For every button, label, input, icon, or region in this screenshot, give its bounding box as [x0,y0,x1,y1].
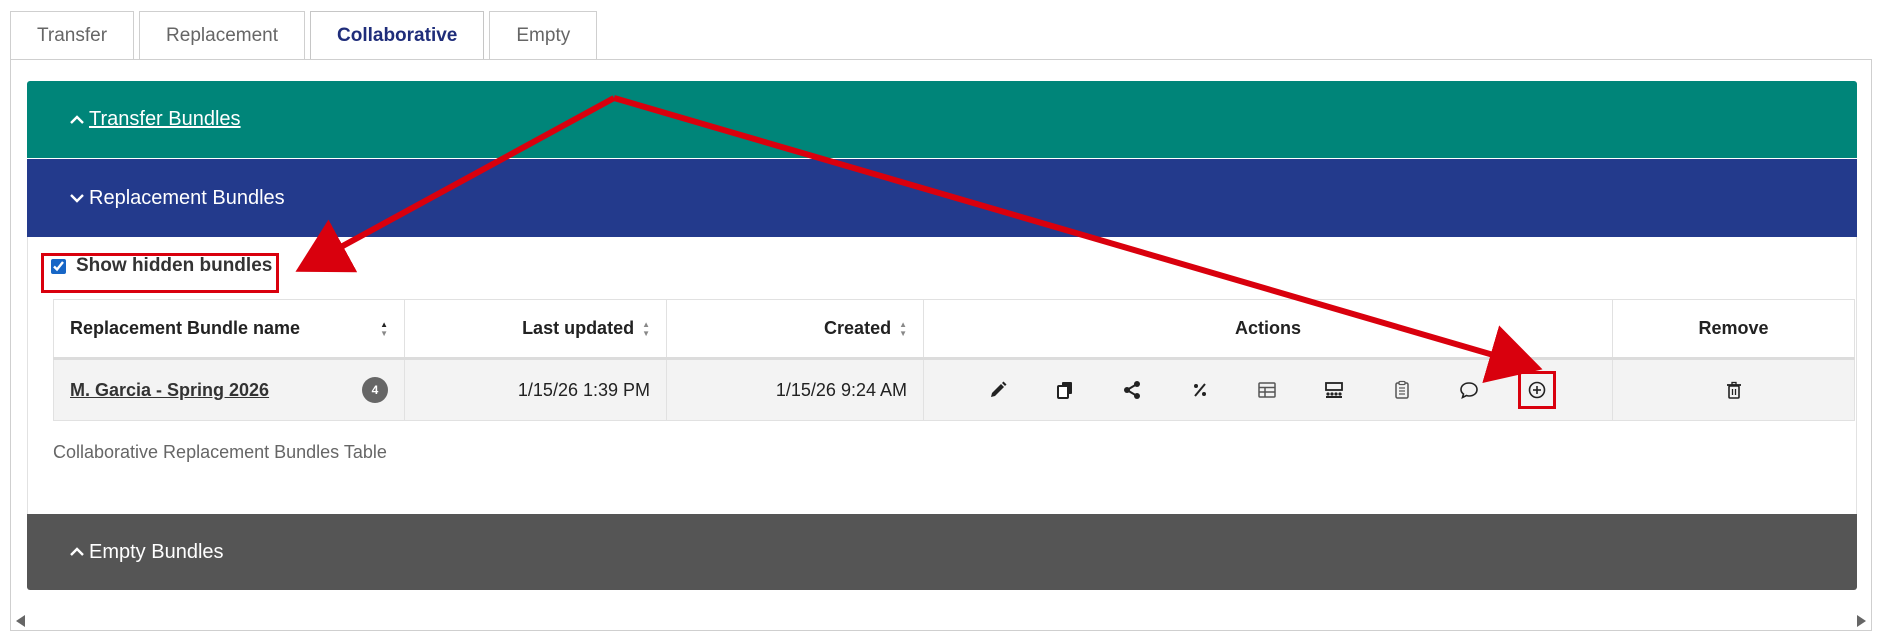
chevron-down-icon [70,194,84,203]
scroll-right-arrow-icon[interactable] [1857,615,1866,627]
tab-transfer[interactable]: Transfer [10,11,135,60]
empty-bundles-section: Empty Bundles [27,514,1857,590]
edit-button[interactable] [980,372,1016,408]
remove-cell [1612,358,1855,421]
column-header-name[interactable]: Replacement Bundle name ▲ ▼ [53,299,405,360]
empty-bundles-toggle[interactable]: Empty Bundles [27,514,1857,590]
seating-icon [1325,382,1344,398]
bundle-count-badge: 4 [362,377,388,403]
transfer-bundles-label: Transfer Bundles [89,108,241,130]
column-header-actions-label: Actions [1234,318,1301,338]
share-icon [1124,381,1141,399]
last-updated-cell: 1/15/26 1:39 PM [404,358,667,421]
share-button[interactable] [1114,372,1150,408]
table-header-row: Replacement Bundle name ▲ ▼ Last updated … [53,299,1855,360]
chevron-up-icon [70,547,84,556]
column-header-name-label: Replacement Bundle name [70,318,301,338]
clipboard-icon [1394,380,1409,399]
annotation-highlight-box [41,253,279,293]
tab-empty[interactable]: Empty [489,11,598,60]
table-icon [1258,382,1276,398]
table-row: M. Garcia - Spring 2026 4 1/15/26 1:39 P… [53,358,1855,421]
column-header-last-updated-label: Last updated [522,318,635,338]
replacement-bundles-section: Replacement Bundles [27,159,1857,237]
column-header-remove-label: Remove [1698,318,1769,338]
percent-button[interactable] [1182,372,1218,408]
replacement-bundles-table: Replacement Bundle name ▲ ▼ Last updated … [53,299,1855,421]
copy-icon [1056,382,1072,399]
sort-icon: ▲ ▼ [899,319,907,338]
sort-icon: ▲ ▼ [380,319,388,338]
sort-icon: ▲ ▼ [642,319,650,338]
column-header-remove: Remove [1612,299,1855,360]
add-circle-icon [1528,381,1546,399]
trash-icon [1726,381,1741,399]
seating-chart-button[interactable] [1316,372,1352,408]
bundle-name-link[interactable]: M. Garcia - Spring 2026 [70,380,269,401]
transfer-bundles-section: Transfer Bundles [27,81,1857,158]
column-header-created-label: Created [824,318,892,338]
column-header-actions: Actions [923,299,1613,360]
table-view-button[interactable] [1249,372,1285,408]
tab-collaborative[interactable]: Collaborative [310,11,485,61]
empty-bundles-label: Empty Bundles [89,540,224,563]
clipboard-button[interactable] [1384,372,1420,408]
replacement-bundles-toggle[interactable]: Replacement Bundles [27,159,1857,237]
replacement-bundles-label: Replacement Bundles [89,186,285,209]
comment-icon [1460,382,1478,400]
pencil-icon [990,381,1007,397]
comment-button[interactable] [1451,372,1487,408]
tab-bar: Transfer Replacement Collaborative Empty [10,11,598,61]
transfer-bundles-toggle[interactable]: Transfer Bundles [27,81,1857,158]
actions-cell [923,358,1613,421]
created-cell: 1/15/26 9:24 AM [666,358,924,421]
replacement-bundles-body: Show hidden bundles Replacement Bundle n… [27,237,1857,514]
percent-icon [1193,383,1206,397]
scroll-left-arrow-icon[interactable] [16,615,25,627]
table-caption: Collaborative Replacement Bundles Table [53,442,387,462]
tab-replacement[interactable]: Replacement [139,11,305,60]
horizontal-scrollbar[interactable] [12,611,1870,631]
bundle-name-cell: M. Garcia - Spring 2026 4 [53,358,405,421]
column-header-last-updated[interactable]: Last updated ▲ ▼ [404,299,667,360]
column-header-created[interactable]: Created ▲ ▼ [666,299,924,360]
remove-button[interactable] [1716,372,1752,408]
add-button[interactable] [1518,371,1557,409]
chevron-up-icon [70,114,84,124]
copy-button[interactable] [1047,372,1083,408]
